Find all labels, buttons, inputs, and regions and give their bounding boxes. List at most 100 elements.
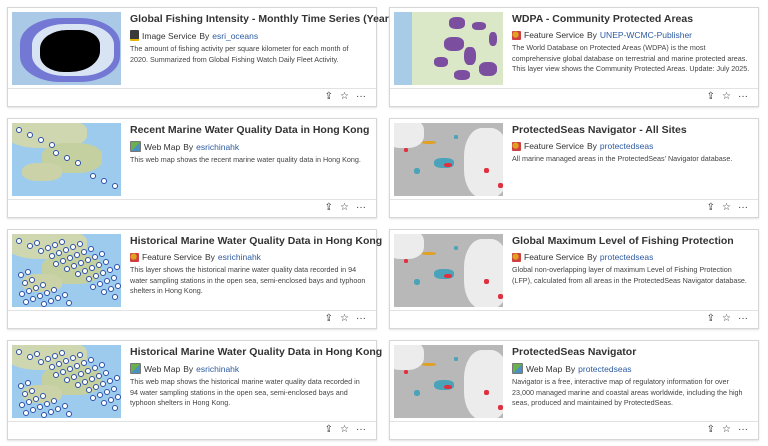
favorite-star-icon[interactable]: ☆	[722, 202, 731, 213]
item-thumbnail[interactable]	[394, 12, 503, 85]
favorite-star-icon[interactable]: ☆	[722, 424, 731, 435]
item-type-label: Feature Service	[524, 141, 584, 151]
open-in-icon[interactable]: ⇪	[707, 91, 715, 102]
card-footer: ⇪ ☆ ···	[390, 88, 758, 106]
feature-service-icon	[512, 141, 521, 151]
item-type: Feature Service By protectedseas	[512, 252, 750, 262]
more-options-icon[interactable]: ···	[738, 202, 748, 213]
by-label: By	[205, 252, 215, 262]
by-label: By	[183, 363, 194, 374]
open-in-icon[interactable]: ⇪	[325, 424, 333, 435]
owner-link[interactable]: protectedseas	[600, 141, 653, 151]
item-title[interactable]: Global Maximum Level of Fishing Protecti…	[512, 235, 750, 247]
item-type: Feature Service By protectedseas	[512, 141, 750, 151]
favorite-star-icon[interactable]: ☆	[340, 91, 349, 102]
item-title[interactable]: Recent Marine Water Quality Data in Hong…	[130, 124, 369, 136]
item-description: This layer shows the historical marine w…	[130, 265, 366, 295]
item-title[interactable]: Historical Marine Water Quality Data in …	[130, 235, 382, 247]
card-footer: ⇪ ☆ ···	[390, 199, 758, 217]
more-options-icon[interactable]: ···	[356, 313, 366, 324]
item-description: Navigator is a free, interactive map of …	[512, 377, 743, 407]
item-thumbnail[interactable]	[12, 123, 121, 196]
web-map-icon	[512, 363, 523, 374]
open-in-icon[interactable]: ⇪	[707, 313, 715, 324]
open-in-icon[interactable]: ⇪	[707, 424, 715, 435]
web-map-icon	[130, 141, 141, 152]
item-title[interactable]: ProtectedSeas Navigator - All Sites	[512, 124, 750, 136]
feature-service-icon	[512, 30, 521, 40]
item-description: This web map shows the historical marine…	[130, 377, 360, 407]
item-type: Web Map By protectedseas	[512, 363, 750, 374]
more-options-icon[interactable]: ···	[356, 91, 366, 102]
favorite-star-icon[interactable]: ☆	[722, 91, 731, 102]
item-card[interactable]: WDPA - Community Protected Areas Feature…	[389, 7, 759, 107]
by-label: By	[587, 252, 597, 262]
card-footer: ⇪ ☆ ···	[8, 310, 376, 328]
item-description: This web map shows the recent marine wat…	[130, 155, 361, 164]
item-type-label: Feature Service	[142, 252, 202, 262]
owner-link[interactable]: esrichinahk	[218, 252, 261, 262]
item-thumbnail[interactable]	[394, 345, 503, 418]
by-label: By	[587, 141, 597, 151]
item-card[interactable]: Historical Marine Water Quality Data in …	[7, 229, 382, 329]
feature-service-icon	[130, 252, 139, 262]
by-label: By	[183, 141, 194, 152]
owner-link[interactable]: esrichinahk	[196, 364, 239, 374]
open-in-icon[interactable]: ⇪	[707, 202, 715, 213]
item-type-label: Web Map	[144, 363, 181, 374]
item-title[interactable]: WDPA - Community Protected Areas	[512, 13, 750, 25]
item-thumbnail[interactable]	[394, 123, 503, 196]
web-map-icon	[130, 363, 141, 374]
owner-link[interactable]: esri_oceans	[212, 31, 258, 41]
open-in-icon[interactable]: ⇪	[325, 91, 333, 102]
item-thumbnail[interactable]	[394, 234, 503, 307]
open-in-icon[interactable]: ⇪	[325, 202, 333, 213]
item-description: All marine managed areas in the Protecte…	[512, 154, 733, 163]
item-description: Global non-overlapping layer of maximum …	[512, 265, 747, 285]
more-options-icon[interactable]: ···	[356, 424, 366, 435]
item-type-label: Image Service	[142, 30, 197, 41]
item-card[interactable]: ProtectedSeas Navigator Web Map By protect…	[389, 340, 759, 440]
item-type: Image Service By esri_oceans	[130, 30, 368, 41]
item-thumbnail[interactable]	[12, 345, 121, 418]
favorite-star-icon[interactable]: ☆	[340, 424, 349, 435]
by-label: By	[199, 30, 210, 41]
item-card[interactable]: Global Fishing Intensity - Monthly Time …	[7, 7, 419, 107]
item-description: The World Database on Protected Areas (W…	[512, 43, 750, 73]
by-label: By	[587, 30, 597, 40]
content-grid: Global Fishing Intensity - Monthly Time …	[7, 7, 759, 440]
item-title[interactable]: ProtectedSeas Navigator	[512, 346, 750, 358]
item-type-label: Web Map	[526, 363, 563, 374]
item-type-label: Web Map	[144, 141, 181, 152]
owner-link[interactable]: UNEP-WCMC-Publisher	[600, 30, 692, 40]
favorite-star-icon[interactable]: ☆	[340, 202, 349, 213]
open-in-icon[interactable]: ⇪	[325, 313, 333, 324]
item-thumbnail[interactable]	[12, 234, 121, 307]
item-thumbnail[interactable]	[12, 12, 121, 85]
item-type-label: Feature Service	[524, 252, 584, 262]
feature-service-icon	[512, 252, 521, 262]
more-options-icon[interactable]: ···	[738, 424, 748, 435]
item-card[interactable]: Global Maximum Level of Fishing Protecti…	[389, 229, 759, 329]
favorite-star-icon[interactable]: ☆	[340, 313, 349, 324]
owner-link[interactable]: protectedseas	[600, 252, 653, 262]
favorite-star-icon[interactable]: ☆	[722, 313, 731, 324]
item-title[interactable]: Historical Marine Water Quality Data in …	[130, 346, 382, 358]
more-options-icon[interactable]: ···	[738, 313, 748, 324]
owner-link[interactable]: esrichinahk	[196, 142, 239, 152]
image-service-icon	[130, 30, 139, 41]
item-description: The amount of fishing activity per squar…	[130, 44, 349, 64]
item-type: Web Map By esrichinahk	[130, 141, 368, 152]
card-footer: ⇪ ☆ ···	[8, 421, 376, 439]
item-title[interactable]: Global Fishing Intensity - Monthly Time …	[130, 13, 419, 25]
more-options-icon[interactable]: ···	[356, 202, 366, 213]
card-footer: ⇪ ☆ ···	[8, 88, 376, 106]
item-card[interactable]: ProtectedSeas Navigator - All Sites Feat…	[389, 118, 759, 218]
more-options-icon[interactable]: ···	[738, 91, 748, 102]
item-type-label: Feature Service	[524, 30, 584, 40]
card-footer: ⇪ ☆ ···	[8, 199, 376, 217]
item-card[interactable]: Recent Marine Water Quality Data in Hong…	[7, 118, 377, 218]
card-footer: ⇪ ☆ ···	[390, 310, 758, 328]
item-card[interactable]: Historical Marine Water Quality Data in …	[7, 340, 382, 440]
owner-link[interactable]: protectedseas	[578, 364, 631, 374]
